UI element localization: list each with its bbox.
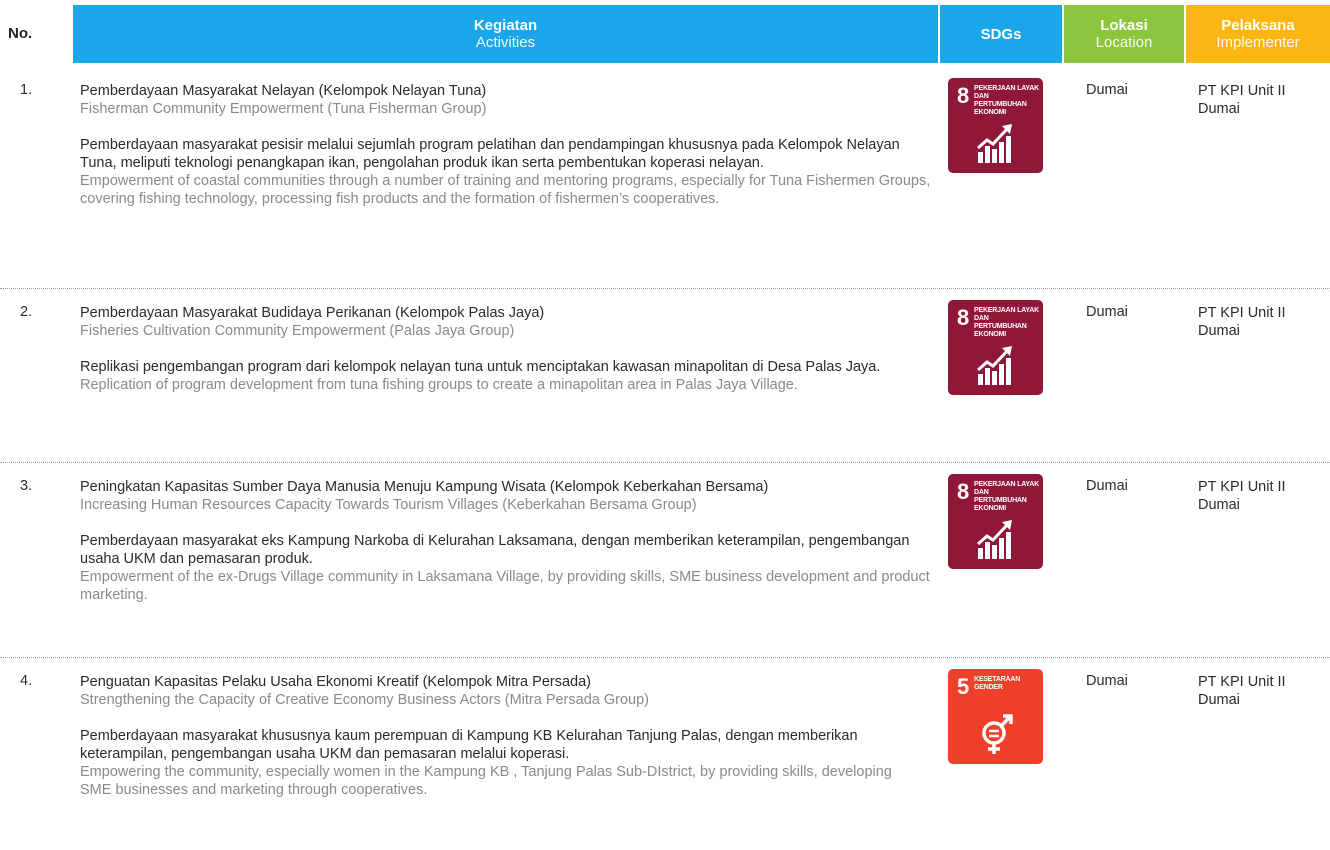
growth-chart-icon	[977, 346, 1012, 385]
gender-equality-icon	[982, 714, 1013, 754]
table-row: 3. Peningkatan Kapasitas Sumber Daya Man…	[0, 474, 1330, 658]
sdg-5-badge: 5 KESETARAAN GENDER	[948, 669, 1043, 764]
row-location: Dumai	[1086, 304, 1128, 320]
row-title-id: Pemberdayaan Masyarakat Budidaya Perikan…	[80, 305, 545, 321]
row-number: 4.	[20, 673, 33, 689]
row-desc-en: Empowerment of coastal communities throu…	[80, 173, 931, 207]
header-activities-id: Kegiatan	[473, 17, 538, 34]
row-desc-en: Empowering the community, especially wom…	[80, 764, 892, 798]
row-number: 1.	[20, 82, 33, 98]
row-location: Dumai	[1086, 673, 1128, 689]
row-number: 3.	[20, 478, 33, 494]
header-location: Lokasi Location	[1064, 5, 1184, 63]
table-row: 4. Penguatan Kapasitas Pelaku Usaha Ekon…	[0, 669, 1330, 843]
row-desc-en: Replication of program development from …	[80, 377, 798, 393]
sdg-number: 8	[957, 305, 970, 330]
row-number: 2.	[20, 304, 33, 320]
header-location-id: Lokasi	[1100, 17, 1148, 34]
row-title-id: Peningkatan Kapasitas Sumber Daya Manusi…	[80, 479, 769, 495]
row-content: Penguatan Kapasitas Pelaku Usaha Ekonomi…	[80, 673, 935, 799]
table-header: No. Kegiatan Activities SDGs Lokasi Loca…	[0, 5, 1330, 63]
header-no-label: No.	[8, 25, 33, 42]
header-sdgs: SDGs	[940, 5, 1062, 63]
row-content: Pemberdayaan Masyarakat Budidaya Perikan…	[80, 304, 935, 394]
row-location: Dumai	[1086, 478, 1128, 494]
row-implementer: PT KPI Unit II Dumai	[1198, 479, 1286, 513]
sdg-number: 5	[957, 674, 970, 699]
row-desc-en: Empowerment of the ex-Drugs Village comm…	[80, 569, 930, 603]
sdg-label: KESETARAAN GENDER	[974, 676, 1021, 691]
row-title-id: Pemberdayaan Masyarakat Nelayan (Kelompo…	[80, 83, 487, 99]
row-desc-id: Pemberdayaan masyarakat pesisir melalui …	[80, 137, 900, 171]
row-desc-id: Pemberdayaan masyarakat eks Kampung Nark…	[80, 533, 910, 567]
header-implementer-en: Implementer	[1216, 34, 1300, 51]
row-title-en: Fisherman Community Empowerment (Tuna Fi…	[80, 101, 487, 117]
header-activities: Kegiatan Activities	[73, 5, 938, 63]
sdg-label: PEKERJAAN LAYAK DAN PERTUMBUHAN EKONOMI	[974, 481, 1039, 512]
sdg-number: 8	[957, 83, 970, 108]
header-implementer-id: Pelaksana	[1221, 17, 1295, 34]
header-no: No.	[0, 5, 72, 63]
table-row: 2. Pemberdayaan Masyarakat Budidaya Peri…	[0, 300, 1330, 463]
row-location: Dumai	[1086, 82, 1128, 98]
row-implementer: PT KPI Unit II Dumai	[1198, 674, 1286, 708]
row-title-en: Fisheries Cultivation Community Empowerm…	[80, 323, 515, 339]
sdg-number: 8	[957, 479, 970, 504]
row-desc-id: Replikasi pengembangan program dari kelo…	[80, 359, 881, 375]
row-content: Pemberdayaan Masyarakat Nelayan (Kelompo…	[80, 82, 935, 208]
sdg-8-badge: 8 PEKERJAAN LAYAK DAN PERTUMBUHAN EKONOM…	[948, 474, 1043, 569]
sdg-8-badge: 8 PEKERJAAN LAYAK DAN PERTUMBUHAN EKONOM…	[948, 300, 1043, 395]
header-sdgs-label: SDGs	[980, 25, 1022, 43]
row-implementer: PT KPI Unit II Dumai	[1198, 305, 1286, 339]
sdg-label: PEKERJAAN LAYAK DAN PERTUMBUHAN EKONOMI	[974, 85, 1039, 116]
row-title-en: Strengthening the Capacity of Creative E…	[80, 692, 649, 708]
sdg-label: PEKERJAAN LAYAK DAN PERTUMBUHAN EKONOMI	[974, 307, 1039, 338]
row-implementer: PT KPI Unit II Dumai	[1198, 83, 1286, 117]
row-content: Peningkatan Kapasitas Sumber Daya Manusi…	[80, 478, 935, 604]
sdg-8-badge: 8 PEKERJAAN LAYAK DAN PERTUMBUHAN EKONOM…	[948, 78, 1043, 173]
header-location-en: Location	[1095, 34, 1153, 51]
header-implementer: Pelaksana Implementer	[1186, 5, 1330, 63]
row-title-en: Increasing Human Resources Capacity Towa…	[80, 497, 697, 513]
growth-chart-icon	[977, 124, 1012, 163]
row-title-id: Penguatan Kapasitas Pelaku Usaha Ekonomi…	[80, 674, 591, 690]
growth-chart-icon	[977, 520, 1012, 559]
table-row: 1. Pemberdayaan Masyarakat Nelayan (Kelo…	[0, 78, 1330, 289]
header-activities-en: Activities	[475, 34, 536, 51]
row-desc-id: Pemberdayaan masyarakat khususnya kaum p…	[80, 728, 858, 762]
